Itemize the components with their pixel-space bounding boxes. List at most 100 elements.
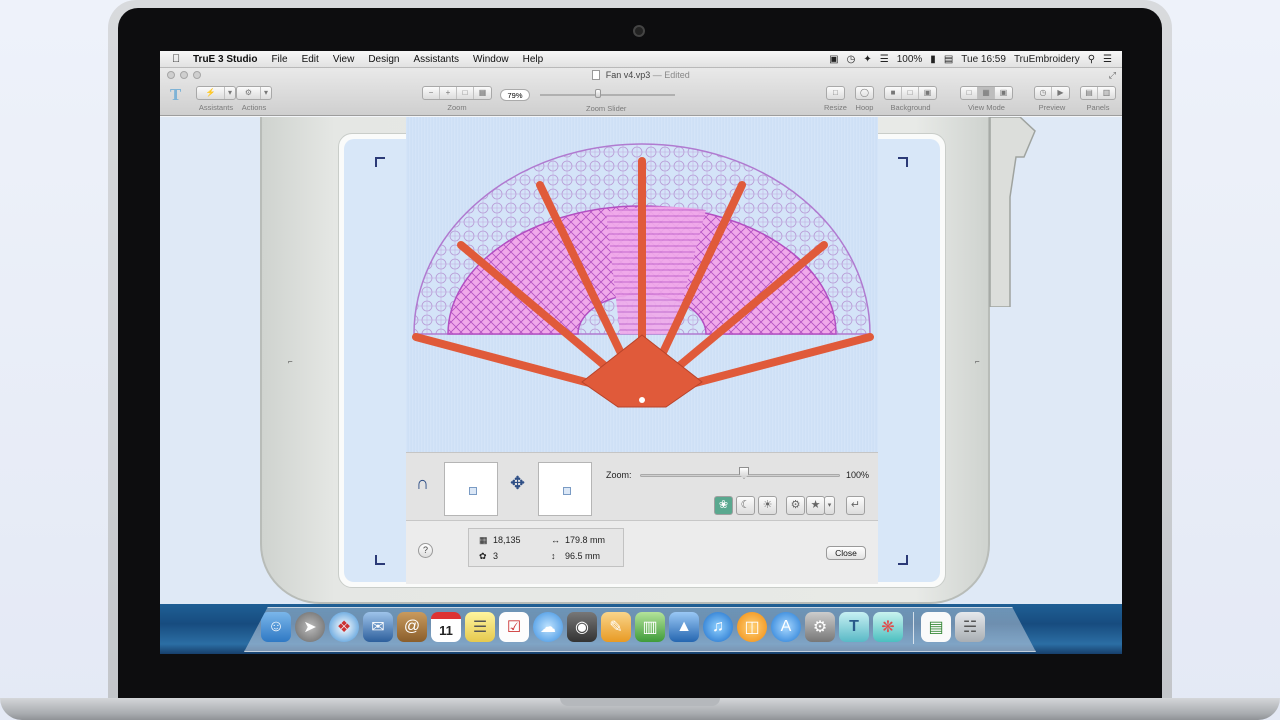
- play-button[interactable]: ▶: [1052, 87, 1069, 99]
- zoom-group: − + □ ▦ Zoom: [422, 86, 492, 112]
- move-icon[interactable]: ✥: [510, 473, 525, 494]
- menu-app-name[interactable]: TruE 3 Studio: [186, 54, 264, 65]
- battery-label[interactable]: 100%: [897, 54, 923, 65]
- zoom-slider-knob[interactable]: [595, 89, 601, 98]
- truembroidery-icon[interactable]: ❋: [873, 612, 903, 642]
- itunes-icon[interactable]: ♫: [703, 612, 733, 642]
- contacts-icon[interactable]: @: [397, 612, 427, 642]
- moon-icon[interactable]: ☾: [736, 496, 755, 515]
- true-studio-icon[interactable]: T: [839, 612, 869, 642]
- menu-design[interactable]: Design: [361, 54, 406, 65]
- spotlight-icon[interactable]: ⚲: [1088, 54, 1095, 65]
- zoom-actual-button[interactable]: ▦: [474, 87, 491, 99]
- mail-icon[interactable]: ✉: [363, 612, 393, 642]
- view-mode-realistic-button[interactable]: ▣: [995, 87, 1012, 99]
- stitch-view-icon[interactable]: ❀: [714, 496, 733, 515]
- hoop-button[interactable]: ◯: [856, 87, 873, 99]
- assistants-button[interactable]: ⚡: [197, 87, 225, 99]
- facetime-icon[interactable]: ◉: [567, 612, 597, 642]
- height-icon: ↕: [551, 551, 556, 561]
- menu-assistants[interactable]: Assistants: [406, 54, 466, 65]
- view-mode-2d-button[interactable]: □: [961, 87, 978, 99]
- wifi-icon[interactable]: ☰: [880, 54, 889, 65]
- background-button-2[interactable]: □: [902, 87, 919, 99]
- clock[interactable]: Tue 16:59: [961, 54, 1006, 65]
- pages-icon[interactable]: ✎: [601, 612, 631, 642]
- flag-icon[interactable]: ▤: [944, 54, 953, 65]
- position-thumbnail[interactable]: [538, 462, 592, 516]
- notes-icon[interactable]: ☰: [465, 612, 495, 642]
- menu-file[interactable]: File: [264, 54, 294, 65]
- app-store-icon[interactable]: A: [771, 612, 801, 642]
- star-settings-icon[interactable]: ★: [806, 496, 825, 515]
- background-label: Background: [890, 103, 931, 112]
- finder-icon[interactable]: ☺: [261, 612, 291, 642]
- bluetooth-icon[interactable]: ✦: [863, 54, 871, 65]
- actions-button[interactable]: ⚙: [237, 87, 261, 99]
- reminders-icon[interactable]: ☑: [499, 612, 529, 642]
- menu-help[interactable]: Help: [516, 54, 551, 65]
- stitch-count-icon: ▦: [479, 535, 488, 545]
- panels-left-button[interactable]: ▤: [1081, 87, 1098, 99]
- preview-group: ◷ ▶ Preview: [1034, 86, 1070, 112]
- launchpad-icon[interactable]: ➤: [295, 612, 325, 642]
- design-info: ▦ 18,135 ✿ 3 ↔ 179.8 mm ↕ 96.5 mm: [468, 528, 624, 567]
- design-canvas[interactable]: ⌐ ⌐ ∩ ✥ Zoom: 100% ❀ ☾ ☀ ⚙ ★ ▾ ↵ ? ▦ 18,…: [160, 117, 1122, 604]
- zoom-slider-track[interactable]: [540, 94, 675, 96]
- assistants-dropdown-icon[interactable]: ▾: [225, 87, 235, 99]
- return-icon[interactable]: ↵: [846, 496, 865, 515]
- camera: [633, 25, 645, 37]
- menu-edit[interactable]: Edit: [295, 54, 326, 65]
- panels-right-button[interactable]: ▥: [1098, 87, 1115, 99]
- zoom-out-button[interactable]: −: [423, 87, 440, 99]
- overview-thumbnail[interactable]: [444, 462, 498, 516]
- menu-view[interactable]: View: [326, 54, 362, 65]
- hoop-clip-icon: [989, 117, 1036, 307]
- gear-icon[interactable]: ⚙: [786, 496, 805, 515]
- document-icon[interactable]: ▤: [921, 612, 951, 642]
- panel-zoom-knob[interactable]: [739, 467, 749, 479]
- sun-icon[interactable]: ☀: [758, 496, 777, 515]
- color-count: 3: [493, 551, 499, 561]
- menu-window[interactable]: Window: [466, 54, 516, 65]
- background-group: ■ □ ▣ Background: [884, 86, 937, 112]
- close-button[interactable]: Close: [826, 546, 866, 560]
- arc-transform-icon[interactable]: ∩: [416, 473, 429, 494]
- zoom-fit-button[interactable]: □: [457, 87, 474, 99]
- actions-label: Actions: [241, 103, 267, 112]
- keynote-icon[interactable]: ▲: [669, 612, 699, 642]
- preview-button[interactable]: ◷: [1035, 87, 1052, 99]
- fullscreen-icon[interactable]: ⤢: [1109, 70, 1116, 81]
- fan-design[interactable]: [406, 117, 878, 452]
- display-icon[interactable]: ▣: [829, 54, 838, 65]
- zoom-in-button[interactable]: +: [440, 87, 457, 99]
- dock-separator: [913, 612, 914, 644]
- help-button[interactable]: ?: [418, 543, 433, 558]
- apple-icon[interactable]: : [172, 53, 186, 65]
- document-proxy-icon[interactable]: [592, 70, 601, 80]
- chevron-down-icon[interactable]: ▾: [824, 496, 835, 515]
- system-preferences-icon[interactable]: ⚙: [805, 612, 835, 642]
- window-title: Fan v4.vp3 — Edited: [160, 70, 1122, 80]
- window-title-text: Fan v4.vp3: [605, 70, 651, 80]
- actions-dropdown-icon[interactable]: ▾: [261, 87, 271, 99]
- zoom-value-field[interactable]: 79%: [500, 89, 530, 101]
- calendar-icon[interactable]: 11: [431, 612, 461, 642]
- user-name[interactable]: TruEmbroidery: [1014, 54, 1080, 65]
- background-button-3[interactable]: ▣: [919, 87, 936, 99]
- view-mode-3d-button[interactable]: ▦: [978, 87, 995, 99]
- notifications-icon[interactable]: ☰: [1103, 54, 1112, 65]
- messages-icon[interactable]: ☁: [533, 612, 563, 642]
- battery-icon[interactable]: ▮: [930, 54, 936, 65]
- background-button-1[interactable]: ■: [885, 87, 902, 99]
- resize-button[interactable]: □: [827, 87, 844, 99]
- ibooks-icon[interactable]: ◫: [737, 612, 767, 642]
- assistants-group: ⚡ ▾ Assistants: [196, 86, 236, 112]
- numbers-icon[interactable]: ▥: [635, 612, 665, 642]
- safari-icon[interactable]: ❖: [329, 612, 359, 642]
- time-machine-icon[interactable]: ◷: [847, 54, 856, 65]
- stitch-count: 18,135: [493, 535, 521, 545]
- corner-mark: [898, 157, 908, 167]
- trash-icon[interactable]: ☵: [955, 612, 985, 642]
- status-area: ▣ ◷ ✦ ☰ 100% ▮ ▤ Tue 16:59 TruEmbroidery…: [829, 54, 1122, 65]
